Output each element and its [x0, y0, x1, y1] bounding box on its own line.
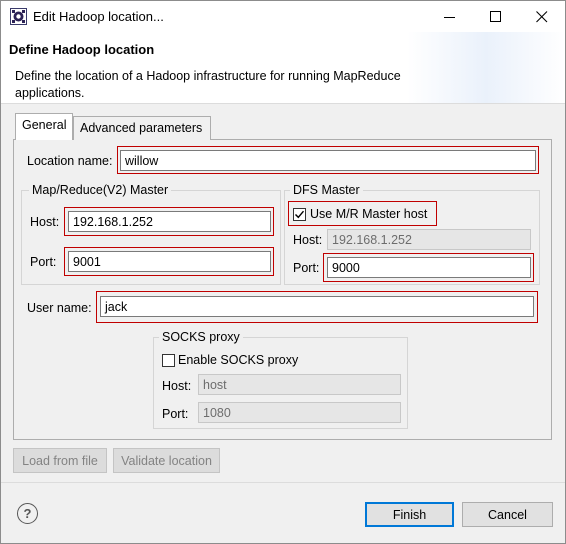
edit-hadoop-location-dialog: Edit Hadoop location... Define Hadoop lo…	[0, 0, 566, 544]
dfs-port-input[interactable]: 9000	[327, 257, 531, 278]
load-from-file-button[interactable]: Load from file	[13, 448, 107, 473]
title-bar: Edit Hadoop location...	[1, 1, 565, 32]
minimize-icon	[444, 16, 455, 18]
dfs-master-group: DFS Master Use M/R Master host Host: 192…	[284, 183, 540, 285]
mr-master-group: Map/Reduce(V2) Master Host: 192.168.1.25…	[21, 183, 281, 285]
close-button[interactable]	[519, 1, 565, 32]
eclipse-app-icon	[10, 8, 27, 25]
enable-socks-proxy-label[interactable]: Enable SOCKS proxy	[178, 353, 298, 367]
checkmark-icon	[295, 210, 305, 219]
dfs-host-label: Host:	[293, 233, 323, 247]
general-tab-panel: Location name: willow Map/Reduce(V2) Mas…	[13, 139, 552, 440]
socks-host-input: host	[198, 374, 401, 395]
tab-general[interactable]: General	[15, 113, 73, 140]
header-description: Define the location of a Hadoop infrastr…	[15, 69, 401, 100]
validate-location-button[interactable]: Validate location	[113, 448, 220, 473]
dfs-port-label: Port:	[293, 261, 320, 275]
window-title: Edit Hadoop location...	[33, 9, 164, 24]
footer-separator	[1, 482, 565, 483]
mr-port-label: Port:	[30, 255, 57, 269]
use-mr-master-host-checkbox[interactable]	[293, 208, 306, 221]
mr-port-input[interactable]: 9001	[68, 251, 271, 272]
socks-proxy-group: SOCKS proxy Enable SOCKS proxy Host: hos…	[153, 330, 408, 429]
mr-host-input[interactable]: 192.168.1.252	[68, 211, 271, 232]
location-name-label: Location name:	[27, 154, 113, 168]
mr-host-label: Host:	[30, 215, 60, 229]
use-mr-master-host-label[interactable]: Use M/R Master host	[310, 207, 427, 221]
dfs-host-input: 192.168.1.252	[327, 229, 531, 250]
location-name-input[interactable]: willow	[120, 150, 536, 171]
cancel-button[interactable]: Cancel	[462, 502, 553, 527]
maximize-button[interactable]	[473, 1, 519, 32]
user-name-label: User name:	[27, 301, 92, 315]
socks-port-input: 1080	[198, 402, 401, 423]
socks-host-label: Host:	[162, 379, 192, 393]
minimize-button[interactable]	[427, 1, 473, 32]
finish-button[interactable]: Finish	[365, 502, 454, 527]
mr-master-title: Map/Reduce(V2) Master	[29, 183, 172, 197]
wizard-header: Define Hadoop location Define the locati…	[1, 32, 565, 104]
enable-socks-proxy-checkbox[interactable]	[162, 354, 175, 367]
socks-proxy-title: SOCKS proxy	[159, 330, 243, 344]
maximize-icon	[490, 10, 501, 22]
help-icon[interactable]: ?	[17, 503, 38, 524]
dfs-master-title: DFS Master	[290, 183, 363, 197]
socks-port-label: Port:	[162, 407, 189, 421]
user-name-input[interactable]: jack	[100, 296, 534, 317]
tab-advanced-parameters[interactable]: Advanced parameters	[73, 116, 211, 140]
header-title: Define Hadoop location	[9, 42, 155, 57]
close-icon	[536, 10, 548, 22]
